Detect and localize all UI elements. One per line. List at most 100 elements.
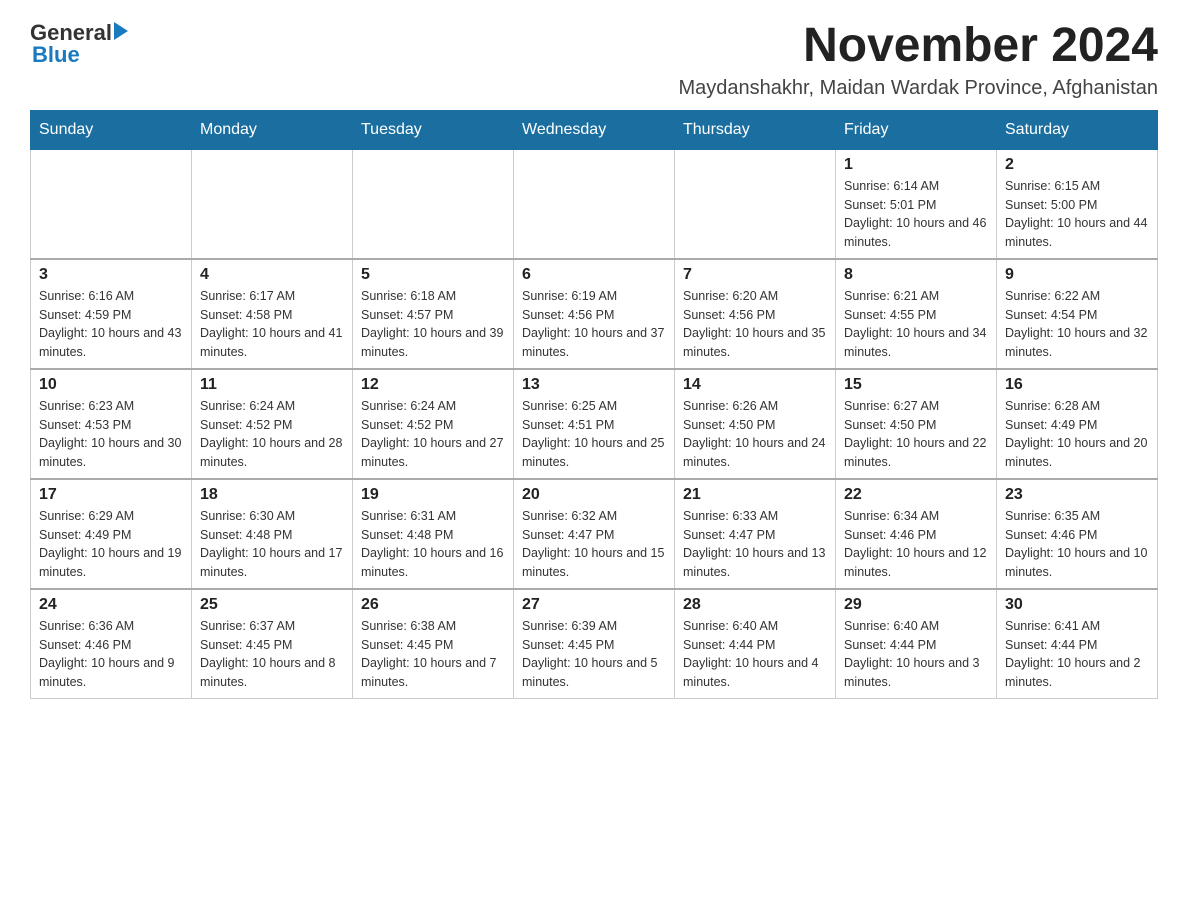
day-number: 22 bbox=[844, 486, 988, 504]
logo: General Blue bbox=[30, 20, 128, 68]
calendar-cell: 9Sunrise: 6:22 AMSunset: 4:54 PMDaylight… bbox=[997, 259, 1158, 369]
calendar-cell: 30 Sunrise: 6:41 AMSunset: 4:44 PMDayligh… bbox=[997, 589, 1158, 699]
calendar-cell: 8 Sunrise: 6:21 AMSunset: 4:55 PMDaylight… bbox=[836, 259, 997, 369]
title-block: November 2024 Maydanshakhr, Maidan Warda… bbox=[678, 20, 1158, 100]
calendar-cell: 11 Sunrise: 6:24 AMSunset: 4:52 PMDayligh… bbox=[192, 369, 353, 479]
day-number: 14 bbox=[683, 376, 827, 394]
day-number: 11 bbox=[200, 376, 344, 394]
page-header: General Blue November 2024 Maydanshakhr,… bbox=[30, 20, 1158, 100]
calendar-table: SundayMondayTuesdayWednesdayThursdayFrid… bbox=[30, 110, 1158, 699]
day-info: Sunrise: 6:31 AMSunset: 4:48 PMDaylight:… bbox=[361, 507, 505, 582]
day-info: Sunrise: 6:39 AMSunset: 4:45 PMDaylight:… bbox=[522, 617, 666, 692]
calendar-cell: 24 Sunrise: 6:36 AMSunset: 4:46 PMDayligh… bbox=[31, 589, 192, 699]
day-header-saturday: Saturday bbox=[997, 110, 1158, 149]
day-info: Sunrise: 6:19 AMSunset: 4:56 PMDaylight:… bbox=[522, 287, 666, 362]
day-info: Sunrise: 6:37 AMSunset: 4:45 PMDaylight:… bbox=[200, 617, 344, 692]
day-info: Sunrise: 6:20 AMSunset: 4:56 PMDaylight:… bbox=[683, 287, 827, 362]
day-info: Sunrise: 6:23 AMSunset: 4:53 PMDaylight:… bbox=[39, 397, 183, 472]
day-info: Sunrise: 6:27 AMSunset: 4:50 PMDaylight:… bbox=[844, 397, 988, 472]
calendar-week-row: 1 Sunrise: 6:14 AMSunset: 5:01 PMDaylight… bbox=[31, 149, 1158, 259]
day-header-tuesday: Tuesday bbox=[353, 110, 514, 149]
calendar-cell: 28 Sunrise: 6:40 AMSunset: 4:44 PMDayligh… bbox=[675, 589, 836, 699]
day-info: Sunrise: 6:28 AMSunset: 4:49 PMDaylight:… bbox=[1005, 397, 1149, 472]
day-number: 13 bbox=[522, 376, 666, 394]
day-number: 1 bbox=[844, 156, 988, 174]
day-info: Sunrise: 6:15 AMSunset: 5:00 PMDaylight:… bbox=[1005, 177, 1149, 252]
calendar-cell: 21 Sunrise: 6:33 AMSunset: 4:47 PMDayligh… bbox=[675, 479, 836, 589]
day-info: Sunrise: 6:24 AMSunset: 4:52 PMDaylight:… bbox=[361, 397, 505, 472]
calendar-cell: 26 Sunrise: 6:38 AMSunset: 4:45 PMDayligh… bbox=[353, 589, 514, 699]
day-header-sunday: Sunday bbox=[31, 110, 192, 149]
day-number: 3 bbox=[39, 266, 183, 284]
calendar-cell: 23 Sunrise: 6:35 AMSunset: 4:46 PMDayligh… bbox=[997, 479, 1158, 589]
day-number: 24 bbox=[39, 596, 183, 614]
day-info: Sunrise: 6:21 AMSunset: 4:55 PMDaylight:… bbox=[844, 287, 988, 362]
calendar-week-row: 3 Sunrise: 6:16 AMSunset: 4:59 PMDaylight… bbox=[31, 259, 1158, 369]
day-number: 25 bbox=[200, 596, 344, 614]
day-info: Sunrise: 6:24 AMSunset: 4:52 PMDaylight:… bbox=[200, 397, 344, 472]
day-number: 19 bbox=[361, 486, 505, 504]
calendar-cell bbox=[675, 149, 836, 259]
day-info: Sunrise: 6:30 AMSunset: 4:48 PMDaylight:… bbox=[200, 507, 344, 582]
calendar-cell: 18 Sunrise: 6:30 AMSunset: 4:48 PMDayligh… bbox=[192, 479, 353, 589]
day-number: 23 bbox=[1005, 486, 1149, 504]
calendar-cell: 20 Sunrise: 6:32 AMSunset: 4:47 PMDayligh… bbox=[514, 479, 675, 589]
day-header-monday: Monday bbox=[192, 110, 353, 149]
calendar-cell: 25 Sunrise: 6:37 AMSunset: 4:45 PMDayligh… bbox=[192, 589, 353, 699]
day-info: Sunrise: 6:40 AMSunset: 4:44 PMDaylight:… bbox=[683, 617, 827, 692]
day-info: Sunrise: 6:34 AMSunset: 4:46 PMDaylight:… bbox=[844, 507, 988, 582]
day-number: 18 bbox=[200, 486, 344, 504]
calendar-cell: 3 Sunrise: 6:16 AMSunset: 4:59 PMDaylight… bbox=[31, 259, 192, 369]
day-info: Sunrise: 6:14 AMSunset: 5:01 PMDaylight:… bbox=[844, 177, 988, 252]
day-number: 28 bbox=[683, 596, 827, 614]
day-info: Sunrise: 6:26 AMSunset: 4:50 PMDaylight:… bbox=[683, 397, 827, 472]
day-info: Sunrise: 6:17 AMSunset: 4:58 PMDaylight:… bbox=[200, 287, 344, 362]
day-info: Sunrise: 6:18 AMSunset: 4:57 PMDaylight:… bbox=[361, 287, 505, 362]
day-info: Sunrise: 6:36 AMSunset: 4:46 PMDaylight:… bbox=[39, 617, 183, 692]
day-info: Sunrise: 6:29 AMSunset: 4:49 PMDaylight:… bbox=[39, 507, 183, 582]
calendar-cell: 16 Sunrise: 6:28 AMSunset: 4:49 PMDayligh… bbox=[997, 369, 1158, 479]
calendar-week-row: 17Sunrise: 6:29 AMSunset: 4:49 PMDayligh… bbox=[31, 479, 1158, 589]
day-number: 26 bbox=[361, 596, 505, 614]
days-of-week-row: SundayMondayTuesdayWednesdayThursdayFrid… bbox=[31, 110, 1158, 149]
day-number: 29 bbox=[844, 596, 988, 614]
day-number: 2 bbox=[1005, 156, 1149, 174]
day-number: 20 bbox=[522, 486, 666, 504]
day-info: Sunrise: 6:33 AMSunset: 4:47 PMDaylight:… bbox=[683, 507, 827, 582]
calendar-cell: 27 Sunrise: 6:39 AMSunset: 4:45 PMDayligh… bbox=[514, 589, 675, 699]
day-number: 9 bbox=[1005, 266, 1149, 284]
day-number: 10 bbox=[39, 376, 183, 394]
calendar-cell: 10 Sunrise: 6:23 AMSunset: 4:53 PMDayligh… bbox=[31, 369, 192, 479]
day-number: 15 bbox=[844, 376, 988, 394]
calendar-cell bbox=[31, 149, 192, 259]
day-number: 7 bbox=[683, 266, 827, 284]
calendar-cell: 2 Sunrise: 6:15 AMSunset: 5:00 PMDaylight… bbox=[997, 149, 1158, 259]
day-number: 8 bbox=[844, 266, 988, 284]
day-info: Sunrise: 6:41 AMSunset: 4:44 PMDaylight:… bbox=[1005, 617, 1149, 692]
calendar-cell: 6Sunrise: 6:19 AMSunset: 4:56 PMDaylight… bbox=[514, 259, 675, 369]
day-number: 30 bbox=[1005, 596, 1149, 614]
calendar-cell: 15 Sunrise: 6:27 AMSunset: 4:50 PMDayligh… bbox=[836, 369, 997, 479]
day-number: 4 bbox=[200, 266, 344, 284]
calendar-cell bbox=[192, 149, 353, 259]
day-info: Sunrise: 6:32 AMSunset: 4:47 PMDaylight:… bbox=[522, 507, 666, 582]
calendar-week-row: 10 Sunrise: 6:23 AMSunset: 4:53 PMDayligh… bbox=[31, 369, 1158, 479]
day-info: Sunrise: 6:38 AMSunset: 4:45 PMDaylight:… bbox=[361, 617, 505, 692]
day-number: 5 bbox=[361, 266, 505, 284]
day-number: 21 bbox=[683, 486, 827, 504]
calendar-cell: 17Sunrise: 6:29 AMSunset: 4:49 PMDayligh… bbox=[31, 479, 192, 589]
day-info: Sunrise: 6:35 AMSunset: 4:46 PMDaylight:… bbox=[1005, 507, 1149, 582]
calendar-cell: 13Sunrise: 6:25 AMSunset: 4:51 PMDayligh… bbox=[514, 369, 675, 479]
logo-arrow-icon bbox=[114, 22, 128, 40]
calendar-cell bbox=[353, 149, 514, 259]
calendar-cell: 19 Sunrise: 6:31 AMSunset: 4:48 PMDayligh… bbox=[353, 479, 514, 589]
calendar-cell: 1 Sunrise: 6:14 AMSunset: 5:01 PMDaylight… bbox=[836, 149, 997, 259]
day-info: Sunrise: 6:16 AMSunset: 4:59 PMDaylight:… bbox=[39, 287, 183, 362]
day-info: Sunrise: 6:40 AMSunset: 4:44 PMDaylight:… bbox=[844, 617, 988, 692]
day-number: 16 bbox=[1005, 376, 1149, 394]
calendar-header: SundayMondayTuesdayWednesdayThursdayFrid… bbox=[31, 110, 1158, 149]
day-number: 27 bbox=[522, 596, 666, 614]
day-header-wednesday: Wednesday bbox=[514, 110, 675, 149]
calendar-cell: 22 Sunrise: 6:34 AMSunset: 4:46 PMDayligh… bbox=[836, 479, 997, 589]
day-number: 12 bbox=[361, 376, 505, 394]
